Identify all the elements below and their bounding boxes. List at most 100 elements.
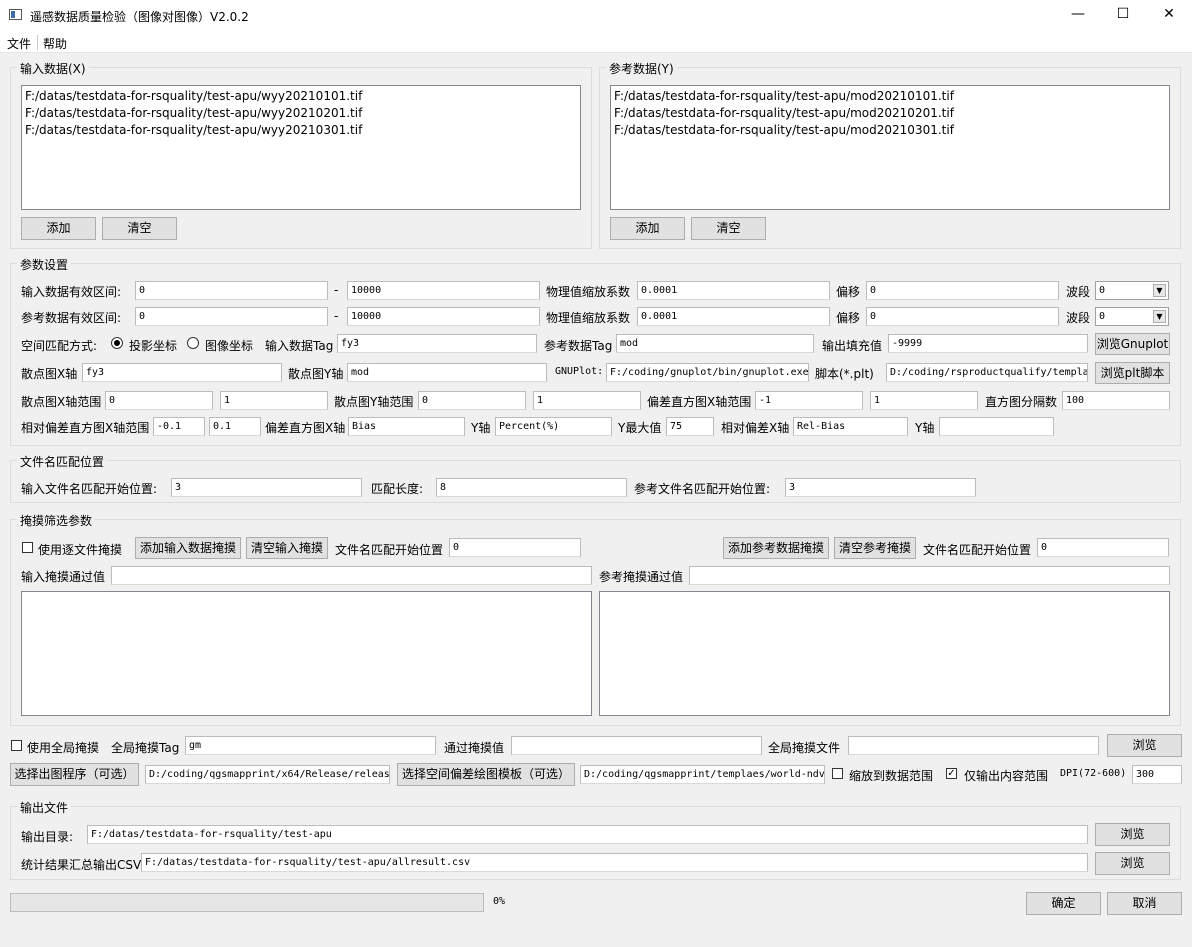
ref-range-min-field[interactable]: 0 <box>135 307 328 326</box>
input-mask-pos-label: 文件名匹配开始位置 <box>335 543 444 557</box>
list-item[interactable]: F:/datas/testdata-for-rsquality/test-apu… <box>614 122 1166 139</box>
global-mask-pass-field[interactable] <box>511 736 762 755</box>
dpi-field[interactable]: 300 <box>1132 765 1182 784</box>
list-item[interactable]: F:/datas/testdata-for-rsquality/test-apu… <box>614 105 1166 122</box>
reference-file-list[interactable]: F:/datas/testdata-for-rsquality/test-apu… <box>610 85 1170 210</box>
fill-value-field[interactable]: -9999 <box>888 334 1088 353</box>
scatter-y-range-max-field[interactable]: 1 <box>533 391 641 410</box>
ref-match-start-field[interactable]: 3 <box>785 478 976 497</box>
radio-projected-label[interactable]: 投影坐标 <box>129 337 177 354</box>
input-mask-pass-field[interactable] <box>111 566 592 585</box>
relbias-y-axis-field[interactable] <box>939 417 1054 436</box>
menu-file[interactable]: 文件 <box>7 35 31 52</box>
ref-mask-pos-field[interactable]: 0 <box>1037 538 1169 557</box>
output-dir-browse-button[interactable]: 浏览 <box>1095 823 1170 846</box>
radio-image-label[interactable]: 图像坐标 <box>205 337 253 354</box>
radio-image[interactable] <box>187 337 199 349</box>
input-range-min-field[interactable]: 0 <box>135 281 328 300</box>
template-path-field[interactable]: D:/coding/qgsmapprint/templaes/world-ndv… <box>580 765 825 784</box>
fill-value-label: 输出填充值 <box>822 339 883 353</box>
list-item[interactable]: F:/datas/testdata-for-rsquality/test-apu… <box>25 105 577 122</box>
input-offset-field[interactable]: 0 <box>866 281 1059 300</box>
input-mask-list[interactable] <box>21 591 592 716</box>
global-mask-checkbox[interactable] <box>11 740 22 751</box>
per-file-mask-checkbox[interactable] <box>22 542 33 553</box>
csv-output-field[interactable]: F:/datas/testdata-for-rsquality/test-apu… <box>141 853 1088 872</box>
global-mask-tag-field[interactable]: gm <box>185 736 436 755</box>
hist-x-axis-field[interactable]: Bias <box>348 417 465 436</box>
minimize-button[interactable]: — <box>1055 0 1101 31</box>
global-mask-use-label[interactable]: 使用全局掩摸 <box>27 739 99 756</box>
global-mask-pass-label: 通过掩摸值 <box>444 741 505 755</box>
ref-band-select[interactable]: 0 ▼ <box>1095 307 1169 326</box>
ref-tag-field[interactable]: mod <box>616 334 814 353</box>
window-title: 遥感数据质量检验（图像对图像）V2.0.2 <box>30 10 249 24</box>
input-tag-field[interactable]: fy3 <box>337 334 537 353</box>
radio-projected[interactable] <box>111 337 123 349</box>
hist-bins-label: 直方图分隔数 <box>985 395 1058 409</box>
mask-group-title: 掩摸筛选参数 <box>17 512 96 529</box>
browse-plt-button[interactable]: 浏览plt脚本 <box>1095 362 1170 384</box>
relbias-x-range-max-field[interactable]: 0.1 <box>209 417 261 436</box>
y-max-field[interactable]: 75 <box>666 417 714 436</box>
clear-input-mask-button[interactable]: 清空输入掩摸 <box>246 537 328 559</box>
zoom-to-data-label[interactable]: 缩放到数据范围 <box>849 767 933 784</box>
global-mask-browse-button[interactable]: 浏览 <box>1107 734 1182 757</box>
close-button[interactable]: ✕ <box>1146 0 1192 31</box>
global-mask-file-field[interactable] <box>848 736 1099 755</box>
hist-x-range-min-field[interactable]: -1 <box>755 391 863 410</box>
relbias-x-axis-field[interactable]: Rel-Bias <box>793 417 908 436</box>
ref-mask-list[interactable] <box>599 591 1170 716</box>
list-item[interactable]: F:/datas/testdata-for-rsquality/test-apu… <box>614 88 1166 105</box>
scatter-x-field[interactable]: fy3 <box>82 363 282 382</box>
output-dir-field[interactable]: F:/datas/testdata-for-rsquality/test-apu <box>87 825 1088 844</box>
cancel-button[interactable]: 取消 <box>1107 892 1182 915</box>
menu-help[interactable]: 帮助 <box>43 35 67 52</box>
chevron-down-icon[interactable]: ▼ <box>1153 310 1166 323</box>
content-only-checkbox[interactable]: ✓ <box>946 768 957 779</box>
input-range-max-field[interactable]: 10000 <box>347 281 540 300</box>
scatter-x-range-min-field[interactable]: 0 <box>105 391 213 410</box>
select-plot-program-button[interactable]: 选择出图程序（可选） <box>10 763 139 786</box>
add-input-mask-button[interactable]: 添加输入数据掩摸 <box>135 537 241 559</box>
input-match-start-field[interactable]: 3 <box>171 478 362 497</box>
input-clear-button[interactable]: 清空 <box>102 217 177 240</box>
select-template-button[interactable]: 选择空间偏差绘图模板（可选） <box>397 763 575 786</box>
ref-range-max-field[interactable]: 10000 <box>347 307 540 326</box>
input-add-button[interactable]: 添加 <box>21 217 96 240</box>
maximize-button[interactable]: ☐ <box>1100 0 1146 31</box>
input-file-list[interactable]: F:/datas/testdata-for-rsquality/test-apu… <box>21 85 581 210</box>
list-item[interactable]: F:/datas/testdata-for-rsquality/test-apu… <box>25 122 577 139</box>
hist-y-axis-field[interactable]: Percent(%) <box>495 417 612 436</box>
ok-button[interactable]: 确定 <box>1026 892 1101 915</box>
content-only-label[interactable]: 仅输出内容范围 <box>964 767 1048 784</box>
menu-bar <box>0 31 1192 53</box>
scatter-y-range-min-field[interactable]: 0 <box>418 391 526 410</box>
input-band-select[interactable]: 0 ▼ <box>1095 281 1169 300</box>
plot-program-path-field[interactable]: D:/coding/qgsmapprint/x64/Release/releas… <box>145 765 390 784</box>
scatter-x-range-max-field[interactable]: 1 <box>220 391 328 410</box>
ref-offset-field[interactable]: 0 <box>866 307 1059 326</box>
filename-match-group-title: 文件名匹配位置 <box>17 453 108 470</box>
hist-x-range-max-field[interactable]: 1 <box>870 391 978 410</box>
reference-add-button[interactable]: 添加 <box>610 217 685 240</box>
match-length-field[interactable]: 8 <box>436 478 627 497</box>
ref-scale-field[interactable]: 0.0001 <box>637 307 830 326</box>
csv-output-browse-button[interactable]: 浏览 <box>1095 852 1170 875</box>
list-item[interactable]: F:/datas/testdata-for-rsquality/test-apu… <box>25 88 577 105</box>
relbias-x-range-min-field[interactable]: -0.1 <box>153 417 205 436</box>
add-ref-mask-button[interactable]: 添加参考数据掩摸 <box>723 537 829 559</box>
input-mask-pos-field[interactable]: 0 <box>449 538 581 557</box>
browse-gnuplot-button[interactable]: 浏览Gnuplot <box>1095 333 1170 355</box>
gnuplot-path-field[interactable]: F:/coding/gnuplot/bin/gnuplot.exe <box>606 363 809 382</box>
script-path-field[interactable]: D:/coding/rsproductqualify/template.plt <box>886 363 1088 382</box>
ref-mask-pass-field[interactable] <box>689 566 1170 585</box>
input-scale-field[interactable]: 0.0001 <box>637 281 830 300</box>
scatter-y-field[interactable]: mod <box>347 363 547 382</box>
chevron-down-icon[interactable]: ▼ <box>1153 284 1166 297</box>
reference-clear-button[interactable]: 清空 <box>691 217 766 240</box>
zoom-to-data-checkbox[interactable] <box>832 768 843 779</box>
clear-ref-mask-button[interactable]: 清空参考掩摸 <box>834 537 916 559</box>
hist-bins-field[interactable]: 100 <box>1062 391 1170 410</box>
per-file-mask-label[interactable]: 使用逐文件掩摸 <box>38 541 122 558</box>
